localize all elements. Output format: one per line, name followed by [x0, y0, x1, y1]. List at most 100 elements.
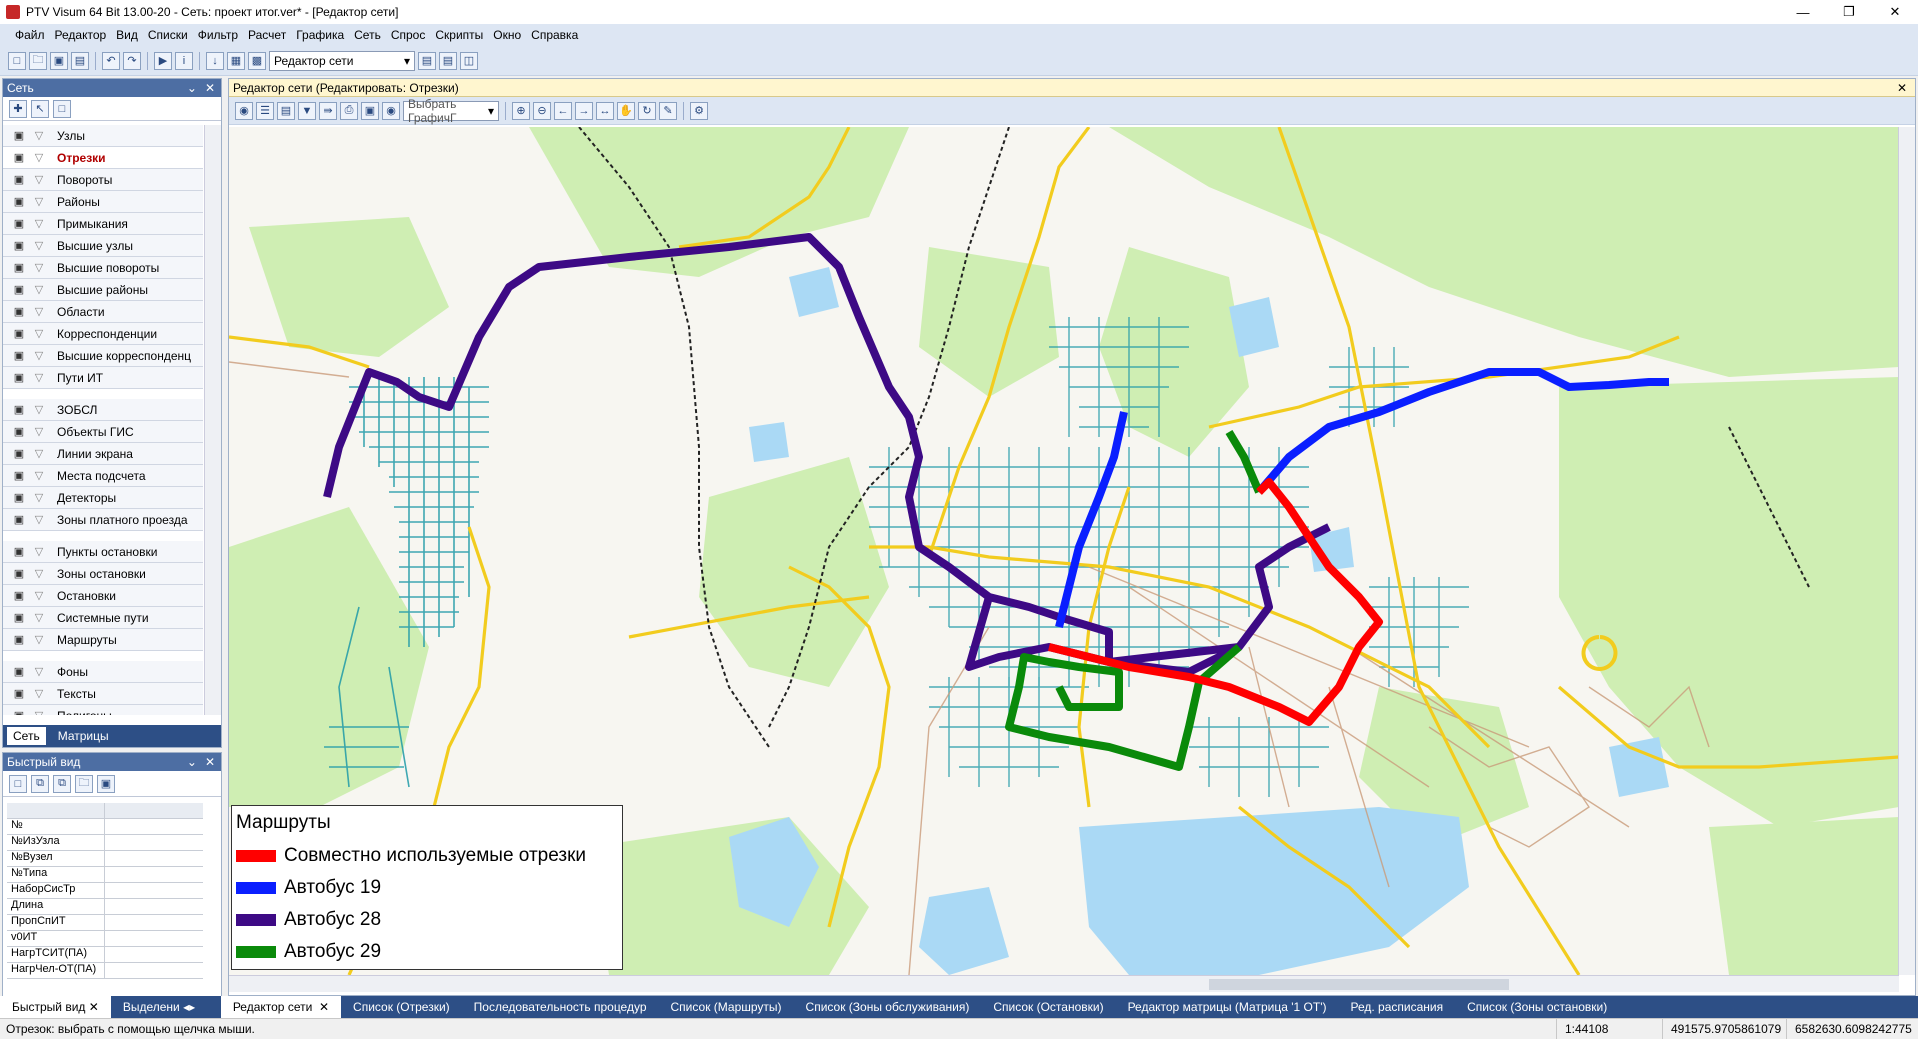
attribute-value[interactable]	[105, 819, 203, 834]
tab-list-service-zones[interactable]: Список (Зоны обслуживания)	[794, 996, 982, 1018]
filter-icon[interactable]: ▽	[29, 633, 49, 646]
network-item[interactable]: ▣ ▽ Области	[3, 301, 203, 323]
refresh-icon[interactable]: ↻	[638, 101, 656, 120]
tile-stack-icon[interactable]: ▤	[439, 51, 457, 70]
maximize-button[interactable]: ❐	[1826, 0, 1872, 24]
fit-width-icon[interactable]: ↔	[596, 101, 614, 120]
attribute-value[interactable]	[105, 867, 203, 882]
tab-network[interactable]: Сеть	[7, 727, 46, 745]
new-icon[interactable]: □	[8, 51, 26, 70]
menu-lists[interactable]: Списки	[143, 28, 193, 42]
close-icon[interactable]: ✕	[319, 1000, 329, 1014]
tab-matrix-editor[interactable]: Редактор матрицы (Матрица '1 ОТ')	[1116, 996, 1339, 1018]
globe-icon[interactable]: ◉	[382, 101, 400, 120]
zoom-in-icon[interactable]: ⊕	[512, 101, 530, 120]
network-map[interactable]: Маршруты Совместно используемые отрезки …	[229, 127, 1899, 975]
next-view-icon[interactable]: →	[575, 101, 593, 120]
menu-file[interactable]: Файл	[10, 28, 50, 42]
select-pointer-icon[interactable]: ↖	[31, 99, 49, 118]
tile-horizontal-icon[interactable]: ▤	[418, 51, 436, 70]
network-item[interactable]: ▣ ▽ Высшие районы	[3, 279, 203, 301]
zoom-out-icon[interactable]: ⊖	[533, 101, 551, 120]
network-item[interactable]: ▣▽ Полигоны	[3, 705, 203, 715]
filter-icon[interactable]: ▽	[29, 239, 49, 252]
tab-list-stops[interactable]: Список (Остановки)	[981, 996, 1115, 1018]
open-folder-icon[interactable]: 🗀	[75, 774, 93, 793]
menu-window[interactable]: Окно	[488, 28, 526, 42]
screenshot-icon[interactable]: ▣	[361, 101, 379, 120]
quick-view-row[interactable]: Длина	[7, 899, 203, 915]
network-list-scrollbar[interactable]	[204, 125, 221, 715]
network-item[interactable]: ▣ ▽ Детекторы	[3, 487, 203, 509]
save-all-icon[interactable]: ▤	[71, 51, 89, 70]
quick-view-row[interactable]: НаборСисТр	[7, 883, 203, 899]
quick-view-row[interactable]: НагрТСИТ(ПА)	[7, 947, 203, 963]
redo-icon[interactable]: ↷	[123, 51, 141, 70]
close-icon[interactable]: ✕	[205, 81, 215, 95]
network-item[interactable]: ▣ ▽ Зоны остановки	[3, 563, 203, 585]
spatial-select-icon[interactable]: □	[53, 99, 71, 118]
binoculars-icon[interactable]: ◉	[235, 101, 253, 120]
attribute-value[interactable]	[105, 931, 203, 946]
menu-network[interactable]: Сеть	[349, 28, 386, 42]
network-item[interactable]: ▣ ▽ Высшие повороты	[3, 257, 203, 279]
filter-icon[interactable]: ▽	[29, 261, 49, 274]
attribute-value[interactable]	[105, 963, 203, 978]
menu-help[interactable]: Справка	[526, 28, 583, 42]
network-item[interactable]: ▣ ▽ ЗОБСЛ	[3, 399, 203, 421]
pan-hand-icon[interactable]: ✋	[617, 101, 635, 120]
filter-icon[interactable]: ▽	[29, 371, 49, 384]
attribute-value[interactable]	[105, 899, 203, 914]
edit-icon[interactable]: ✎	[659, 101, 677, 120]
network-item[interactable]: ▣ ▽ Системные пути	[3, 607, 203, 629]
save-icon[interactable]: ▣	[97, 774, 115, 793]
menu-view[interactable]: Вид	[111, 28, 143, 42]
info-icon[interactable]: i	[175, 51, 193, 70]
close-icon[interactable]: ✕	[89, 1000, 99, 1014]
network-item[interactable]: ▣ ▽ Места подсчета	[3, 465, 203, 487]
close-window-button[interactable]: ✕	[1872, 0, 1918, 24]
filter-icon[interactable]: ▽	[29, 173, 49, 186]
network-item[interactable]: ▣ ▽ Высшие корреспонденц	[3, 345, 203, 367]
network-item[interactable]: ▣ ▽ Узлы	[3, 125, 203, 147]
attribute-value[interactable]	[105, 915, 203, 930]
editor-icon[interactable]: ▩	[248, 51, 266, 70]
close-editor-icon[interactable]: ✕	[1897, 81, 1915, 95]
filter-icon[interactable]: ▽	[29, 447, 49, 460]
attribute-value[interactable]	[105, 835, 203, 850]
tab-list-stop-areas[interactable]: Список (Зоны остановки)	[1455, 996, 1619, 1018]
run-icon[interactable]: ▶	[154, 51, 172, 70]
filter-icon[interactable]: ▼	[298, 101, 316, 120]
print-icon[interactable]: ⎙	[340, 101, 358, 120]
filter-icon[interactable]: ▽	[29, 709, 49, 715]
network-item[interactable]: ▣ ▽ Повороты	[3, 169, 203, 191]
filter-icon[interactable]: ▽	[29, 327, 49, 340]
tab-procedure-sequence[interactable]: Последовательность процедур	[462, 996, 659, 1018]
filter-icon[interactable]: ▽	[29, 151, 49, 164]
copy-icon[interactable]: ⧉	[31, 774, 49, 793]
graphic-params-icon[interactable]: ▤	[277, 101, 295, 120]
menu-scripts[interactable]: Скрипты	[430, 28, 488, 42]
pin-icon[interactable]: ⌄	[187, 81, 197, 95]
quick-view-row[interactable]: №Типа	[7, 867, 203, 883]
pin-icon[interactable]: ⌄	[187, 755, 197, 769]
network-item[interactable]: ▣ ▽ Объекты ГИС	[3, 421, 203, 443]
insert-icon[interactable]: ✚	[9, 99, 27, 118]
network-item[interactable]: ▣ ▽ Районы	[3, 191, 203, 213]
filter-icon[interactable]: ▽	[29, 513, 49, 526]
menu-graphics[interactable]: Графика	[291, 28, 349, 42]
network-item[interactable]: ▣ ▽ Линии экрана	[3, 443, 203, 465]
close-icon[interactable]: ✕	[205, 755, 215, 769]
filter-icon[interactable]: ▽	[29, 589, 49, 602]
map-vertical-scrollbar[interactable]	[1898, 127, 1915, 975]
filter-icon[interactable]: ▽	[29, 305, 49, 318]
filter-icon[interactable]: ▽	[29, 491, 49, 504]
network-item[interactable]: ▣ ▽ Фоны	[3, 661, 203, 683]
attribute-value[interactable]	[105, 883, 203, 898]
menu-calculate[interactable]: Расчет	[243, 28, 291, 42]
tab-network-editor[interactable]: Редактор сети ✕	[220, 996, 342, 1018]
network-item[interactable]: ▣ ▽ Корреспонденции	[3, 323, 203, 345]
select-attributes-icon[interactable]: □	[9, 774, 27, 793]
filter-icon[interactable]: ▽	[29, 349, 49, 362]
menu-edit[interactable]: Редактор	[50, 28, 112, 42]
